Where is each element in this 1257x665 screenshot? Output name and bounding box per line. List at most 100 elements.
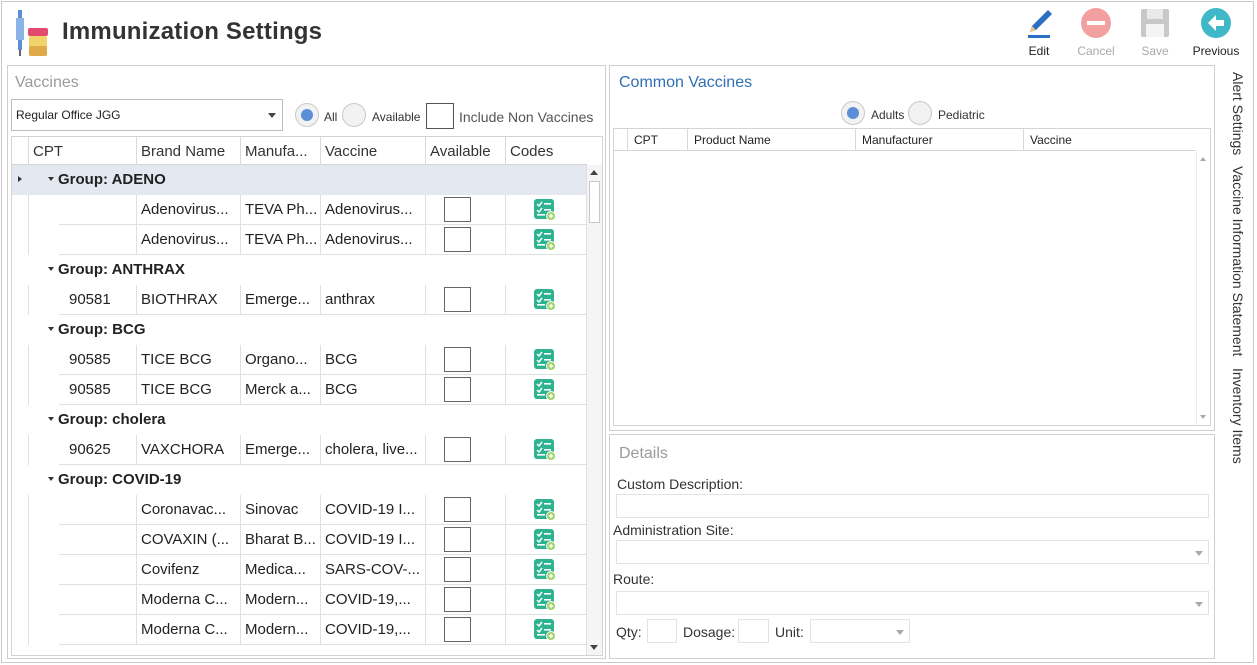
codes-checklist-icon[interactable] xyxy=(534,229,556,251)
row-indicator xyxy=(12,285,29,315)
codes-checklist-icon[interactable] xyxy=(534,199,556,221)
column-header-vaccine[interactable]: Vaccine xyxy=(321,137,426,165)
table-row[interactable]: Adenovirus... TEVA Ph... Adenovirus... xyxy=(12,195,587,225)
group-row[interactable]: Group: cholera xyxy=(12,405,587,435)
codes-checklist-icon[interactable] xyxy=(534,499,556,521)
filter-pediatric-radio[interactable] xyxy=(908,101,932,125)
common-grid-scrollbar[interactable] xyxy=(1196,151,1210,425)
column-header-manufacturer[interactable]: Manufa... xyxy=(241,137,321,165)
filter-pediatric-label: Pediatric xyxy=(938,108,985,122)
cancel-button[interactable]: Cancel xyxy=(1068,6,1124,58)
group-row[interactable]: Group: COVID-19 xyxy=(12,465,587,495)
codes-checklist-icon[interactable] xyxy=(534,559,556,581)
available-checkbox[interactable] xyxy=(444,617,471,642)
scroll-up-icon[interactable] xyxy=(590,170,598,175)
table-row[interactable]: 90585 TICE BCG Organo... BCG xyxy=(12,345,587,375)
common-column-header-vaccine[interactable]: Vaccine xyxy=(1024,129,1196,151)
available-checkbox[interactable] xyxy=(444,227,471,252)
group-row[interactable]: Group: ANTHRAX xyxy=(12,255,587,285)
grid-scrollbar[interactable] xyxy=(586,165,602,655)
edit-button[interactable]: Edit xyxy=(1011,6,1067,58)
codes-checklist-icon[interactable] xyxy=(534,349,556,371)
save-label: Save xyxy=(1141,44,1169,58)
cell-available xyxy=(426,585,506,615)
expand-toggle-icon[interactable] xyxy=(48,177,54,181)
codes-checklist-icon[interactable] xyxy=(534,289,556,311)
cell-brand: Covifenz xyxy=(137,555,241,585)
scroll-down-icon[interactable] xyxy=(590,645,598,650)
tab-vaccine-information-statement[interactable]: Vaccine Information Statement xyxy=(1224,166,1246,356)
table-row[interactable]: Coronavac... Sinovac COVID-19 I... xyxy=(12,495,587,525)
table-row[interactable]: 90581 BIOTHRAX Emerge... anthrax xyxy=(12,285,587,315)
common-vaccines-grid: CPT Product Name Manufacturer Vaccine xyxy=(613,128,1211,426)
codes-checklist-icon[interactable] xyxy=(534,439,556,461)
include-non-vaccines-checkbox[interactable] xyxy=(426,103,454,129)
cell-vaccine: Adenovirus... xyxy=(321,195,426,225)
current-row-indicator-icon xyxy=(18,176,22,182)
available-checkbox[interactable] xyxy=(444,437,471,462)
row-indicator xyxy=(12,375,29,405)
available-checkbox[interactable] xyxy=(444,587,471,612)
codes-checklist-icon[interactable] xyxy=(534,379,556,401)
expand-toggle-icon[interactable] xyxy=(48,327,54,331)
column-header-codes[interactable]: Codes xyxy=(506,137,587,165)
expand-toggle-icon[interactable] xyxy=(48,267,54,271)
available-checkbox[interactable] xyxy=(444,347,471,372)
group-row[interactable]: Group: ADENO xyxy=(12,165,587,195)
column-header-brand[interactable]: Brand Name xyxy=(137,137,241,165)
filter-all-radio[interactable] xyxy=(295,103,319,127)
group-label: Group: cholera xyxy=(58,411,166,428)
expand-toggle-icon[interactable] xyxy=(48,477,54,481)
previous-button[interactable]: Previous xyxy=(1188,6,1244,58)
tab-inventory-items[interactable]: Inventory Items xyxy=(1224,368,1246,464)
table-row[interactable]: Moderna C... Modern... COVID-19,... xyxy=(12,615,587,645)
group-row[interactable]: Group: BCG xyxy=(12,315,587,345)
cell-vaccine: BCG xyxy=(321,375,426,405)
common-column-header-manufacturer[interactable]: Manufacturer xyxy=(856,129,1024,151)
column-header-available[interactable]: Available xyxy=(426,137,506,165)
available-checkbox[interactable] xyxy=(444,497,471,522)
table-row[interactable]: Moderna C... Modern... COVID-19,... xyxy=(12,585,587,615)
common-column-header-product[interactable]: Product Name xyxy=(688,129,856,151)
filter-available-radio[interactable] xyxy=(342,103,366,127)
available-checkbox[interactable] xyxy=(444,377,471,402)
column-header-cpt[interactable]: CPT xyxy=(29,137,137,165)
table-row[interactable]: COVAXIN (... Bharat B... COVID-19 I... xyxy=(12,525,587,555)
cell-available xyxy=(426,435,506,465)
common-vaccines-title: Common Vaccines xyxy=(619,74,753,91)
save-button[interactable]: Save xyxy=(1127,6,1183,58)
codes-checklist-icon[interactable] xyxy=(534,589,556,611)
scroll-thumb[interactable] xyxy=(589,181,600,223)
administration-site-select[interactable] xyxy=(616,540,1209,564)
common-column-header-cpt[interactable]: CPT xyxy=(628,129,688,151)
cell-brand: Moderna C... xyxy=(137,585,241,615)
cell-manu: Modern... xyxy=(241,615,321,645)
tab-alert-settings[interactable]: Alert Settings xyxy=(1224,72,1246,155)
filter-adults-radio[interactable] xyxy=(841,101,865,125)
dosage-input[interactable] xyxy=(738,619,769,643)
codes-checklist-icon[interactable] xyxy=(534,619,556,641)
scroll-up-icon[interactable] xyxy=(1200,157,1206,161)
custom-description-input[interactable] xyxy=(616,494,1209,518)
cell-vaccine: cholera, live... xyxy=(321,435,426,465)
available-checkbox[interactable] xyxy=(444,557,471,582)
route-select[interactable] xyxy=(616,591,1209,615)
table-row[interactable]: 90585 TICE BCG Merck a... BCG xyxy=(12,375,587,405)
cell-cpt xyxy=(59,525,137,555)
table-row[interactable]: 90625 VAXCHORA Emerge... cholera, live... xyxy=(12,435,587,465)
cell-cpt xyxy=(59,195,137,225)
scroll-down-icon[interactable] xyxy=(1200,415,1206,419)
codes-checklist-icon[interactable] xyxy=(534,529,556,551)
available-checkbox[interactable] xyxy=(444,287,471,312)
table-row[interactable]: Covifenz Medica... SARS-COV-... xyxy=(12,555,587,585)
available-checkbox[interactable] xyxy=(444,527,471,552)
cell-codes xyxy=(506,285,587,315)
table-row[interactable]: Adenovirus... TEVA Ph... Adenovirus... xyxy=(12,225,587,255)
location-select[interactable]: Regular Office JGG xyxy=(11,99,283,131)
available-checkbox[interactable] xyxy=(444,197,471,222)
cell-vaccine: COVID-19 I... xyxy=(321,525,426,555)
expand-toggle-icon[interactable] xyxy=(48,417,54,421)
qty-input[interactable] xyxy=(647,619,677,643)
cell-manu: Emerge... xyxy=(241,285,321,315)
unit-select[interactable] xyxy=(810,619,910,643)
